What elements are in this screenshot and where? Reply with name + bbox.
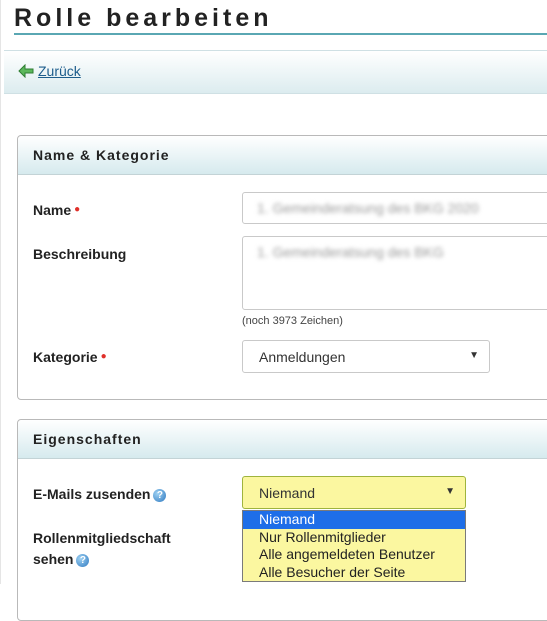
chevron-down-icon: ▼	[469, 350, 479, 361]
help-icon[interactable]: ?	[153, 488, 167, 502]
category-label-text: Kategorie	[33, 349, 98, 365]
emails-label-text: E-Mails zusenden	[33, 486, 151, 502]
emails-select-value: Niemand	[259, 485, 316, 501]
left-border	[0, 0, 1, 584]
dropdown-option-niemand[interactable]: Niemand	[243, 511, 465, 529]
description-value: 1. Gemeinderatsung des BKG	[257, 244, 444, 260]
title-underline	[14, 33, 547, 35]
arrow-left-icon	[18, 63, 34, 79]
category-select-value: Anmeldungen	[259, 349, 346, 365]
panel-header-name-category: Name & Kategorie	[18, 136, 547, 175]
description-label: Beschreibung	[33, 246, 127, 262]
membership-label-line2: sehen	[33, 551, 74, 567]
name-label: Name ●	[33, 202, 80, 218]
dropdown-option-alle-besucher[interactable]: Alle Besucher der Seite	[243, 564, 465, 582]
membership-label-line1: Rollenmitgliedschaft	[33, 530, 171, 546]
chevron-down-icon: ▼	[445, 486, 455, 497]
description-textarea[interactable]: 1. Gemeinderatsung des BKG	[242, 236, 547, 310]
membership-label: Rollenmitgliedschaft sehen?	[33, 528, 171, 570]
page-title: Rolle bearbeiten	[14, 4, 273, 32]
name-label-text: Name	[33, 202, 72, 218]
required-marker-icon: ●	[74, 204, 81, 215]
dropdown-option-rollenmitglieder[interactable]: Nur Rollenmitglieder	[243, 529, 465, 547]
required-marker-icon: ●	[100, 351, 107, 362]
category-label: Kategorie ●	[33, 349, 107, 365]
emails-select[interactable]: Niemand ▼	[242, 476, 466, 509]
panel-header-properties: Eigenschaften	[18, 420, 547, 459]
char-count-hint: (noch 3973 Zeichen)	[242, 315, 343, 327]
emails-dropdown-list[interactable]: Niemand Nur Rollenmitglieder Alle angeme…	[242, 510, 466, 582]
emails-label: E-Mails zusenden?	[33, 486, 167, 502]
name-input[interactable]: 1. Gemeinderatsung des BKG 2020	[242, 192, 547, 224]
dropdown-option-angemeldete-benutzer[interactable]: Alle angemeldeten Benutzer	[243, 546, 465, 564]
category-select[interactable]: Anmeldungen ▼	[242, 340, 490, 373]
help-icon[interactable]: ?	[76, 553, 90, 567]
back-link[interactable]: Zurück	[18, 63, 81, 79]
name-input-value: 1. Gemeinderatsung des BKG 2020	[257, 200, 479, 216]
panel-name-category: Name & Kategorie Name ● 1. Gemeinderatsun…	[17, 135, 547, 400]
back-link-label: Zurück	[38, 63, 81, 79]
navigation-bar: Zurück	[4, 50, 547, 94]
